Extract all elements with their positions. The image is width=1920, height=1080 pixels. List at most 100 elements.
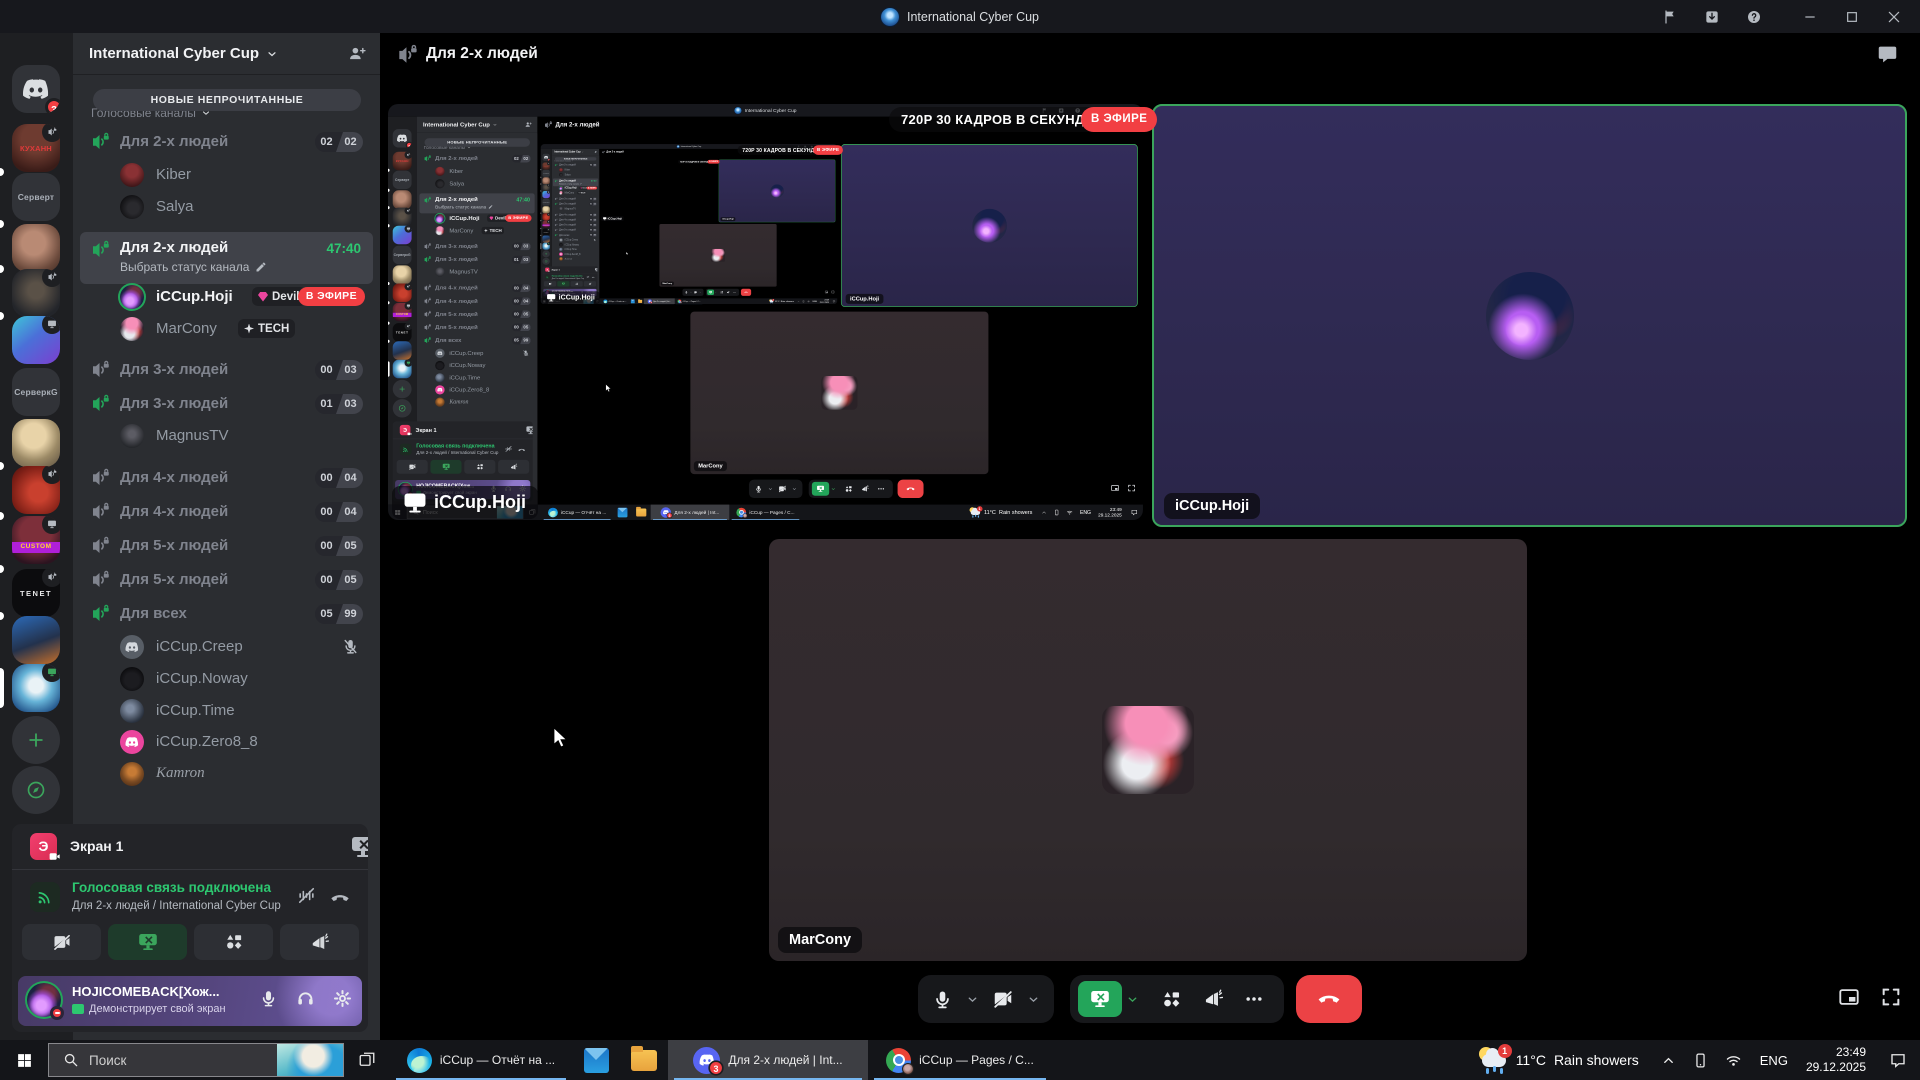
channel-row[interactable]: Для 3-х людей 0003: [80, 354, 373, 386]
channel-row[interactable]: Для всех 0599: [80, 598, 373, 630]
participant-tile-hoji[interactable]: [1152, 104, 1907, 527]
server-icon-8[interactable]: [12, 466, 60, 514]
tray-expand-icon[interactable]: [1661, 1053, 1676, 1068]
voice-member-row[interactable]: MagnusTV: [80, 421, 373, 451]
task-view-button[interactable]: [344, 1040, 390, 1080]
taskbar-app-mail[interactable]: [572, 1040, 620, 1080]
minimize-button[interactable]: [1802, 9, 1818, 25]
screen-share-button-active[interactable]: [1078, 981, 1122, 1017]
member-name: iCCup.Noway: [156, 670, 248, 687]
maximize-button[interactable]: [1844, 9, 1860, 25]
home-button[interactable]: 3: [12, 65, 60, 113]
noise-suppression-icon[interactable]: [297, 886, 316, 905]
bing-daily-art[interactable]: [277, 1044, 343, 1076]
voice-member-row[interactable]: Salya: [80, 192, 373, 222]
voice-member-row[interactable]: Kiber: [80, 160, 373, 190]
mic-button[interactable]: [932, 989, 953, 1010]
selected-voice-channel[interactable]: Для 2-х людей 47:40 Выбрать статус канал…: [80, 232, 373, 284]
channel-row[interactable]: Для 4-х людей 0004: [80, 496, 373, 528]
channel-name: Для всех: [120, 605, 187, 622]
channel-row[interactable]: Для 4-х людей 0004: [80, 462, 373, 494]
inbox-icon[interactable]: [1704, 9, 1720, 25]
server-icon-2[interactable]: Серверт: [12, 173, 60, 221]
channel-name: Для 3-х людей: [120, 395, 228, 412]
voice-member-row[interactable]: iCCup.Zero8_8: [80, 727, 373, 757]
streaming-icon: [72, 1004, 84, 1014]
voice-member-row[interactable]: iCCup.Noway: [80, 664, 373, 694]
chat-icon[interactable]: [1877, 44, 1898, 65]
wifi-icon[interactable]: [1725, 1052, 1742, 1069]
voice-member-row[interactable]: MarCony TECH: [80, 314, 373, 344]
notification-center-button[interactable]: [1876, 1051, 1920, 1069]
camera-button[interactable]: [992, 988, 1014, 1010]
close-button[interactable]: [1886, 9, 1902, 25]
help-icon[interactable]: [1746, 9, 1762, 25]
unread-dot: [0, 312, 4, 320]
chevron-down-icon[interactable]: [1027, 993, 1040, 1006]
settings-gear-icon[interactable]: [333, 989, 352, 1008]
voice-connected-status[interactable]: Голосовая связь подключена: [72, 880, 271, 895]
add-member-icon[interactable]: [349, 45, 366, 62]
pip-button[interactable]: [1838, 986, 1860, 1008]
username: HOJICOMEBACK[Хож...: [72, 984, 220, 999]
server-icon-10[interactable]: TENET: [12, 569, 60, 617]
taskbar-app-chrome[interactable]: iCCup — Pages / C...: [868, 1040, 1052, 1080]
voice-member-row[interactable]: Kamron: [80, 759, 373, 789]
taskbar-weather[interactable]: 1 11°C Rain showers: [1466, 1046, 1651, 1074]
server-icon-5[interactable]: [12, 316, 60, 364]
participant-tile-marcony[interactable]: [769, 539, 1527, 961]
disconnect-button[interactable]: [1296, 975, 1362, 1023]
weather-alert-badge: 1: [1498, 1044, 1512, 1058]
mic-icon[interactable]: [259, 989, 278, 1008]
user-panel[interactable]: HOJICOMEBACK[Хож... Демонстрирует свой э…: [18, 976, 362, 1026]
phone-link-icon[interactable]: [1692, 1052, 1709, 1069]
chevron-down-icon[interactable]: [966, 993, 979, 1006]
fullscreen-button[interactable]: [1880, 986, 1902, 1008]
voice-member-row[interactable]: iCCup.Hoji Devil В ЭФИРЕ: [80, 282, 373, 312]
chevron-down-icon[interactable]: [1126, 993, 1139, 1006]
soundboard-button[interactable]: [280, 924, 359, 960]
screen-share-tile[interactable]: International Cyber Cup 3 КУХАНН Серверт: [388, 104, 1143, 520]
soundboard-button[interactable]: [1203, 989, 1223, 1009]
taskbar-app-explorer[interactable]: [620, 1040, 668, 1080]
channel-status-hint[interactable]: Выбрать статус канала: [120, 260, 267, 274]
taskbar-app-edge[interactable]: iCCup — Отчёт на ...: [390, 1040, 572, 1080]
add-server-button[interactable]: [12, 716, 60, 764]
avatar: [1102, 706, 1194, 794]
channel-row[interactable]: Для 5-х людей 0005: [80, 530, 373, 562]
member-name: iCCup.Zero8_8: [156, 733, 258, 750]
server-icon-7[interactable]: [12, 419, 60, 467]
search-input[interactable]: [89, 1053, 229, 1068]
taskbar-clock[interactable]: 23:49 29.12.2025: [1796, 1045, 1876, 1075]
server-icon-9[interactable]: CUSTOM: [12, 516, 60, 564]
server-icon-4[interactable]: [12, 269, 60, 317]
server-icon-1[interactable]: КУХАНН: [12, 124, 60, 172]
camera-button[interactable]: [22, 924, 101, 960]
start-button[interactable]: [0, 1040, 48, 1080]
voice-member-row[interactable]: iCCup.Creep: [80, 632, 373, 662]
voice-member-row[interactable]: iCCup.Time: [80, 696, 373, 726]
server-icon-3[interactable]: [12, 224, 60, 272]
disconnect-icon[interactable]: [330, 888, 350, 908]
activities-button[interactable]: [1162, 990, 1181, 1009]
more-options-button[interactable]: [1244, 989, 1264, 1009]
channel-row[interactable]: Для 2-х людей 0202: [80, 126, 373, 158]
avatar: [120, 317, 144, 341]
unread-banner[interactable]: НОВЫЕ НЕПРОЧИТАННЫЕ: [93, 89, 361, 111]
server-icon-6[interactable]: СерверкG: [12, 368, 60, 416]
server-icon-11[interactable]: [12, 616, 60, 664]
screen-share-button-active[interactable]: [108, 924, 187, 960]
taskbar-app-discord[interactable]: 3 Для 2-х людей | Int...: [668, 1040, 868, 1080]
stream-flag-icon[interactable]: [1662, 9, 1678, 25]
channel-row[interactable]: Для 5-х людей 0005: [80, 564, 373, 596]
server-icon-current[interactable]: [12, 664, 60, 712]
activities-button[interactable]: [194, 924, 273, 960]
input-language[interactable]: ENG: [1752, 1053, 1796, 1068]
headphones-icon[interactable]: [296, 989, 315, 1008]
taskbar-search[interactable]: [48, 1043, 344, 1077]
server-header[interactable]: International Cyber Cup: [73, 33, 380, 75]
discover-button[interactable]: [12, 766, 60, 814]
channel-row[interactable]: Для 3-х людей 0103: [80, 388, 373, 420]
streaming-badge: [42, 664, 60, 682]
window-titlebar: International Cyber Cup: [0, 0, 1920, 33]
